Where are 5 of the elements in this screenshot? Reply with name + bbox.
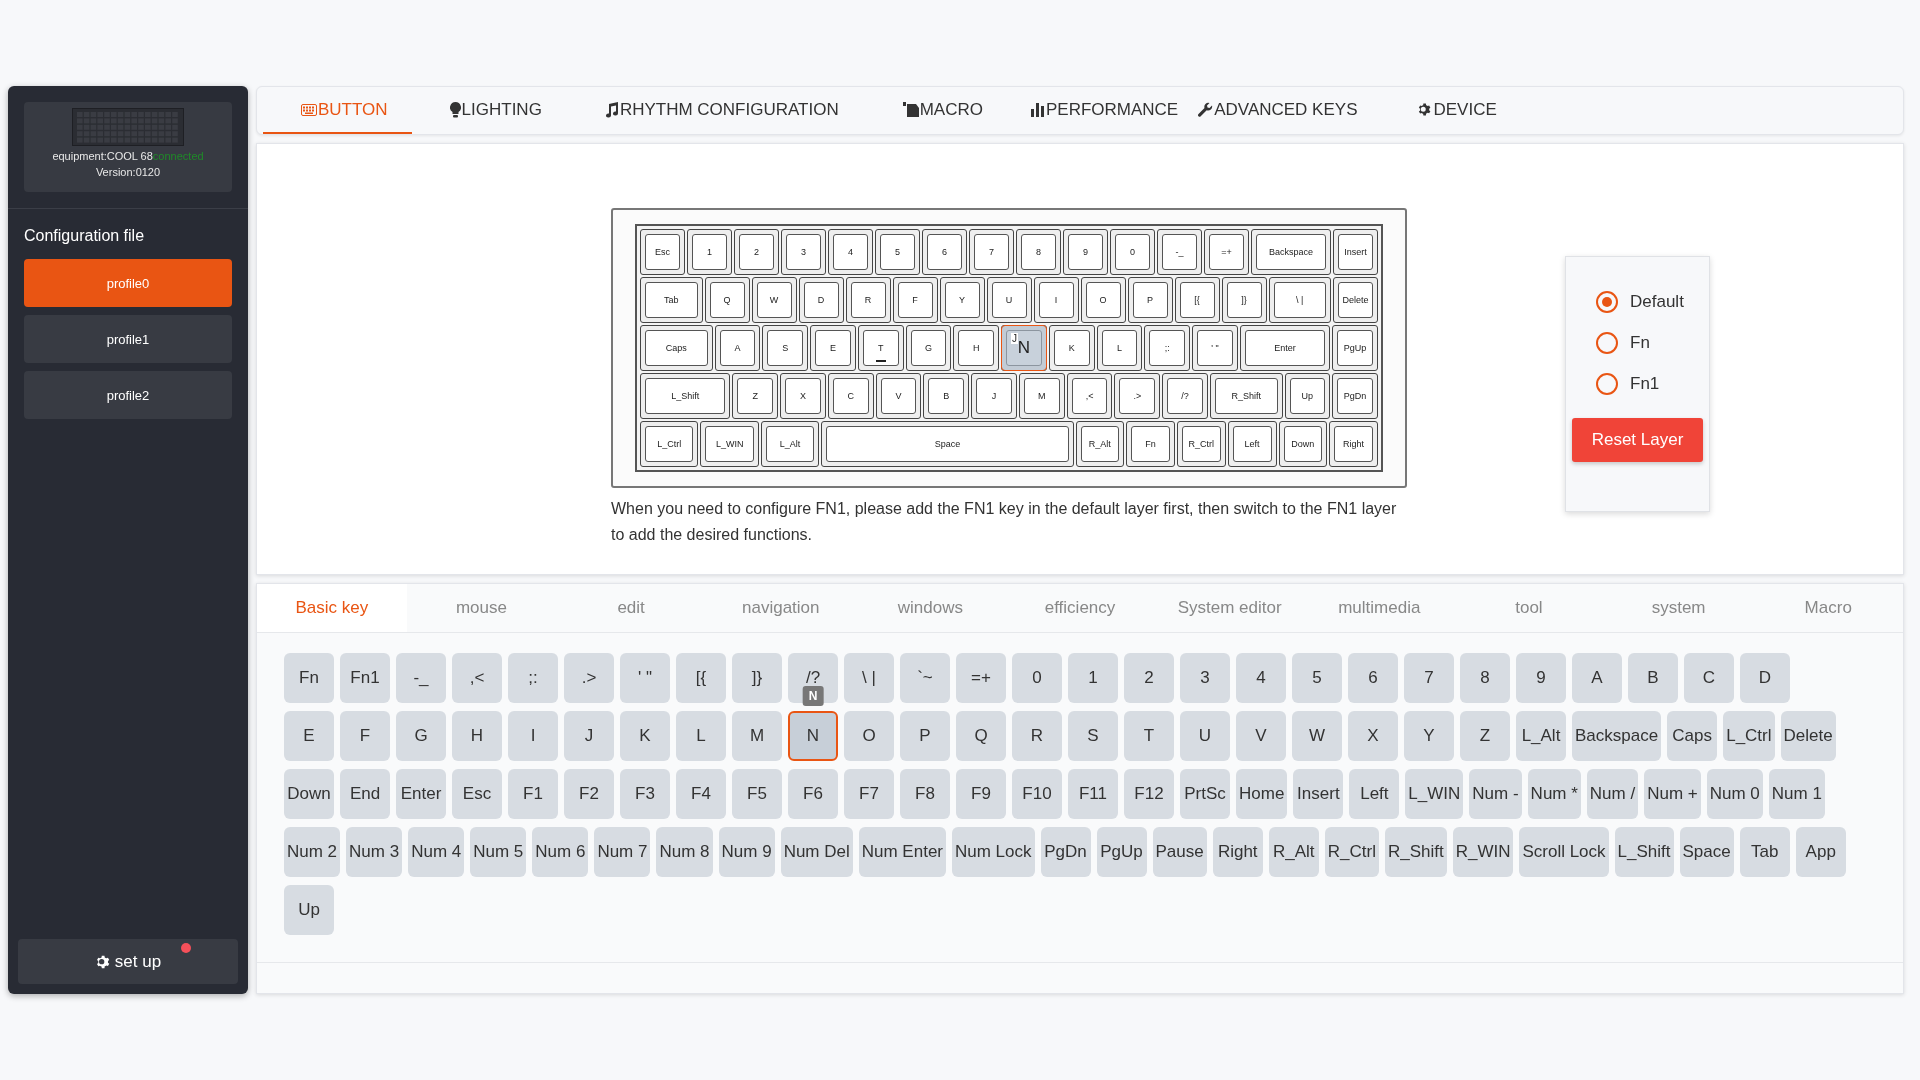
section-title: Configuration file bbox=[24, 227, 146, 245]
key-tooltip: N bbox=[802, 686, 824, 706]
device-status-text: equipment:COOL 68connected bbox=[52, 150, 204, 162]
instruction-text: When you need to configure FN1, please add the FN1 key in the default layer first, then switch to the FN1 layer to add the desired functions. bbox=[611, 499, 1398, 545]
version-text: Version:0120 bbox=[95, 166, 161, 178]
